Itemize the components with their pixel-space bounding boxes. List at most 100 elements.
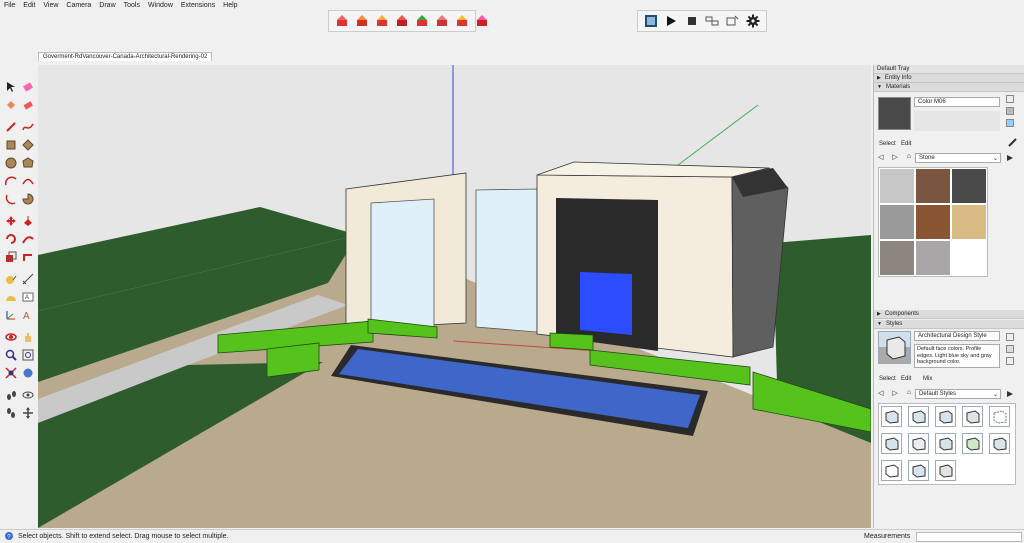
styles-header[interactable]: ▼ Styles [874, 320, 1024, 329]
styles-mix-tab[interactable]: Mix [923, 376, 932, 382]
menu-extensions[interactable]: Extensions [181, 2, 215, 9]
menu-tools[interactable]: Tools [124, 2, 140, 9]
menu-edit[interactable]: Edit [23, 2, 35, 9]
rectangle-icon[interactable] [4, 138, 18, 152]
menu-file[interactable]: File [4, 2, 15, 9]
rotated-rectangle-icon[interactable] [21, 138, 35, 152]
pencil-line-icon[interactable] [4, 120, 18, 134]
text-icon[interactable]: A [21, 290, 35, 304]
styles-home-icon[interactable]: ⌂ [907, 389, 911, 399]
tape-measure-icon[interactable] [4, 272, 18, 286]
eyedropper-icon[interactable] [1008, 137, 1018, 149]
style-name-field[interactable]: Architectural Design Style [914, 331, 1000, 341]
circle-icon[interactable] [4, 156, 18, 170]
pie-icon[interactable] [21, 192, 35, 206]
push-pull-icon[interactable] [21, 214, 35, 228]
back-icon[interactable]: ◁ [878, 153, 883, 163]
three-point-arc-icon[interactable] [4, 192, 18, 206]
document-tab[interactable]: Goverment-RdVancouver-Canada-Architectur… [38, 52, 213, 61]
render-window-icon[interactable] [644, 13, 658, 29]
display-secondary-icon[interactable] [1006, 95, 1014, 103]
paint-bucket-icon[interactable] [4, 98, 18, 112]
styles-details-arrow-icon[interactable] [1005, 389, 1015, 401]
render-interactive-icon[interactable] [375, 13, 389, 29]
forward-icon[interactable]: ▷ [892, 153, 897, 163]
arc-icon[interactable] [4, 174, 18, 188]
render-scene-icon[interactable] [335, 13, 349, 29]
section-plane-icon[interactable] [21, 406, 35, 420]
render-material-icon[interactable] [435, 13, 449, 29]
materials-header[interactable]: ▼ Materials [874, 83, 1024, 92]
gear-icon[interactable] [746, 13, 760, 29]
material-swatch[interactable] [916, 205, 950, 239]
look-around-icon[interactable] [21, 388, 35, 402]
create-style-icon[interactable] [1006, 333, 1014, 341]
batch-render-icon[interactable] [725, 13, 739, 29]
style-thumbnail[interactable] [881, 460, 902, 481]
eraser-alt-icon[interactable] [21, 98, 35, 112]
menu-window[interactable]: Window [148, 2, 173, 9]
render-settings-icon[interactable] [415, 13, 429, 29]
style-thumbnail[interactable] [935, 406, 956, 427]
walk-icon[interactable] [4, 406, 18, 420]
style-thumbnail[interactable] [989, 433, 1010, 454]
material-swatch[interactable] [916, 169, 950, 203]
previous-view-icon[interactable] [21, 366, 35, 380]
position-camera-icon[interactable] [4, 388, 18, 402]
render-export-icon[interactable] [475, 13, 489, 29]
style-details-icon[interactable] [1006, 357, 1014, 365]
entity-info-header[interactable]: ▶ Entity Info [874, 74, 1024, 83]
scale-icon[interactable] [4, 250, 18, 264]
material-swatch[interactable] [880, 241, 914, 275]
dimension-icon[interactable] [21, 272, 35, 286]
style-thumbnail[interactable] [935, 433, 956, 454]
camera-sync-icon[interactable] [705, 13, 719, 29]
style-thumbnail[interactable] [908, 433, 929, 454]
follow-me-icon[interactable] [21, 232, 35, 246]
render-region-icon[interactable] [355, 13, 369, 29]
style-description[interactable]: Default face colors. Profile edges. Ligh… [914, 344, 1000, 368]
menu-view[interactable]: View [43, 2, 58, 9]
material-swatch[interactable] [916, 241, 950, 275]
style-thumbnail[interactable] [962, 433, 983, 454]
style-thumbnail[interactable] [962, 406, 983, 427]
3d-viewport[interactable] [38, 65, 871, 528]
menu-camera[interactable]: Camera [66, 2, 91, 9]
current-style-thumbnail[interactable] [878, 331, 911, 364]
eraser-icon[interactable] [21, 80, 35, 94]
rotate-icon[interactable] [4, 232, 18, 246]
material-swatch[interactable] [952, 169, 986, 203]
polygon-icon[interactable] [21, 156, 35, 170]
axes-icon[interactable] [4, 308, 18, 322]
measurements-input[interactable] [916, 532, 1022, 542]
offset-icon[interactable] [21, 250, 35, 264]
default-material-icon[interactable] [1006, 119, 1014, 127]
orbit-icon[interactable] [4, 330, 18, 344]
render-sun-icon[interactable] [455, 13, 469, 29]
stop-icon[interactable] [685, 13, 699, 29]
material-library-dropdown[interactable]: Stone ⌄ [915, 153, 1001, 163]
home-icon[interactable]: ⌂ [907, 153, 911, 163]
components-header[interactable]: ▶ Components [874, 310, 1024, 319]
freehand-icon[interactable] [21, 120, 35, 134]
materials-select-tab[interactable]: Select [879, 141, 896, 147]
styles-select-tab[interactable]: Select [879, 376, 896, 382]
help-icon[interactable]: ? [4, 531, 14, 543]
two-point-arc-icon[interactable] [21, 174, 35, 188]
material-swatch[interactable] [880, 169, 914, 203]
details-arrow-icon[interactable] [1005, 153, 1015, 165]
material-swatch[interactable] [952, 205, 986, 239]
move-icon[interactable] [4, 214, 18, 228]
zoom-icon[interactable] [4, 348, 18, 362]
styles-edit-tab[interactable]: Edit [901, 376, 911, 382]
create-material-icon[interactable] [1006, 107, 1014, 115]
style-thumbnail[interactable] [935, 460, 956, 481]
pan-hand-icon[interactable] [21, 330, 35, 344]
select-arrow-icon[interactable] [4, 80, 18, 94]
style-thumbnail[interactable] [908, 406, 929, 427]
render-light-icon[interactable] [395, 13, 409, 29]
zoom-extents-icon[interactable] [4, 366, 18, 380]
protractor-icon[interactable] [4, 290, 18, 304]
styles-library-dropdown[interactable]: Default Styles ⌄ [915, 389, 1001, 399]
material-swatch[interactable] [880, 205, 914, 239]
